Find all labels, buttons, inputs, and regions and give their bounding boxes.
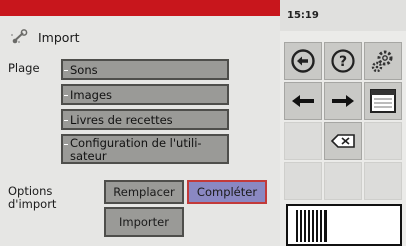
empty-key <box>364 162 402 200</box>
help-icon: ? <box>331 49 355 73</box>
import-button[interactable]: Importer <box>104 207 184 237</box>
arrow-right-icon <box>332 95 354 107</box>
range-item-label: Configuration de l'utili- sateur <box>70 136 202 163</box>
range-item-recipe-books[interactable]: Livres de recettes <box>61 109 229 130</box>
item-tick <box>64 69 68 71</box>
range-item-label: Livres de recettes <box>70 112 173 127</box>
barcode-bar <box>308 210 310 242</box>
backspace-button[interactable] <box>324 122 362 160</box>
replace-button[interactable]: Remplacer <box>104 180 184 204</box>
barcode-bar <box>324 210 327 242</box>
back-circle-icon <box>291 49 315 73</box>
status-bar: 15:19 <box>280 0 406 31</box>
previous-button[interactable] <box>284 82 322 120</box>
settings-button[interactable] <box>364 42 402 80</box>
barcode-bar <box>304 210 306 242</box>
barcode-bar <box>316 210 318 242</box>
barcode-bar <box>312 210 314 242</box>
back-button[interactable] <box>284 42 322 80</box>
barcode-bar <box>296 210 298 242</box>
help-button[interactable]: ? <box>324 42 362 80</box>
range-item-label: Images <box>70 87 113 102</box>
arrow-left-icon <box>292 95 314 107</box>
empty-key <box>284 162 322 200</box>
item-tick <box>64 144 68 145</box>
barcode-logo <box>286 204 402 246</box>
window-icon <box>370 89 396 113</box>
barcode-bar <box>300 210 302 242</box>
page-header: Import <box>10 28 80 46</box>
complete-button-label: Compléter <box>196 185 258 199</box>
import-button-label: Importer <box>119 215 169 229</box>
complete-button[interactable]: Compléter <box>187 180 267 204</box>
item-tick <box>64 94 68 96</box>
side-panel: 15:19 ? <box>280 0 406 246</box>
page-title: Import <box>38 29 80 45</box>
item-tick <box>64 119 68 121</box>
window-button[interactable] <box>364 82 402 120</box>
empty-key <box>324 162 362 200</box>
range-item-images[interactable]: Images <box>61 84 229 105</box>
range-item-user-configuration[interactable]: Configuration de l'utili- sateur <box>61 134 229 164</box>
svg-text:?: ? <box>339 54 347 70</box>
settings-icon <box>371 50 393 73</box>
backspace-icon <box>330 134 355 148</box>
main-panel: Import Plage Sons Images Livres de recet… <box>0 0 280 246</box>
barcode-bar <box>320 210 322 242</box>
range-item-label: Sons <box>70 62 98 77</box>
import-options-label: Options d'import <box>8 184 57 211</box>
range-item-sounds[interactable]: Sons <box>61 59 229 80</box>
wrench-icon <box>10 29 30 45</box>
empty-key <box>284 122 322 160</box>
clock: 15:19 <box>287 10 319 21</box>
range-label: Plage <box>8 61 40 75</box>
replace-button-label: Remplacer <box>113 185 175 199</box>
empty-key <box>364 122 402 160</box>
accent-top-bar <box>0 0 280 16</box>
next-button[interactable] <box>324 82 362 120</box>
